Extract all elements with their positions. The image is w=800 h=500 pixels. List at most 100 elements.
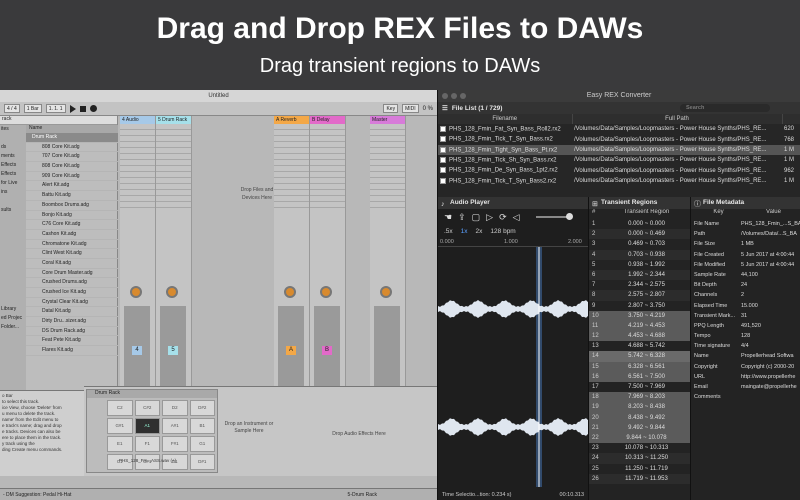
file-search-input[interactable]: Search — [680, 104, 770, 112]
browser-file-item[interactable]: Clint West Kit.adg — [26, 249, 118, 259]
waveform-view[interactable] — [438, 247, 588, 487]
browser-file-item[interactable]: Battu Kit.adg — [26, 191, 118, 201]
browser-file-item[interactable]: Crystal Clear Kit.adg — [26, 298, 118, 308]
play-icon[interactable] — [69, 104, 76, 113]
drum-pad[interactable]: F1 — [134, 436, 160, 452]
track-header[interactable]: Master — [370, 116, 405, 124]
browser-category[interactable]: Effects — [0, 170, 26, 179]
browser-file-item[interactable]: Alert Kit.adg — [26, 181, 118, 192]
browser-file-item[interactable]: C76 Core Kit.adg — [26, 220, 118, 230]
send-knob[interactable] — [380, 286, 392, 298]
transient-row[interactable]: 12 4.453 ~ 4.688 — [589, 331, 690, 342]
drum-pad[interactable]: F#1 — [162, 436, 188, 452]
browser-category[interactable]: ed Projec — [0, 314, 26, 323]
checkbox-icon[interactable] — [440, 177, 446, 184]
clip-slot[interactable] — [274, 202, 309, 208]
transient-row[interactable]: 13 4.688 ~ 5.742 — [589, 341, 690, 351]
transient-row[interactable]: 25 11.250 ~ 11.719 — [589, 464, 690, 474]
track-activator-button[interactable]: B — [322, 346, 332, 355]
transient-row[interactable]: 21 9.492 ~ 9.844 — [589, 422, 690, 433]
play-button-icon[interactable]: ▷ — [486, 212, 493, 223]
browser-category[interactable] — [0, 197, 26, 206]
transient-row[interactable]: 9 2.807 ~ 3.750 — [589, 301, 690, 311]
browser-file-item[interactable]: Feat Pete Kit.adg — [26, 336, 118, 347]
drum-pad[interactable]: G#1 — [107, 418, 133, 434]
col-size[interactable] — [782, 114, 800, 124]
drum-pad[interactable]: D#2 — [189, 400, 215, 416]
drum-pad[interactable]: A1 — [134, 418, 160, 434]
transient-row[interactable]: 19 8.203 ~ 8.438 — [589, 402, 690, 413]
checkbox-icon[interactable] — [440, 167, 446, 174]
file-name-cell[interactable]: PHS_128_Fmin_Tick_T_Syn_Bass2.rx2 — [438, 176, 572, 186]
file-name-cell[interactable]: PHS_128_Fmin_Tick_Sh_Syn_Bass.rx2 — [438, 155, 572, 165]
col-filename[interactable]: Filename — [438, 114, 573, 124]
file-row[interactable]: PHS_128_Fmin_Tick_T_Syn_Bass.rx2/Volumes… — [438, 134, 800, 144]
browser-category[interactable] — [0, 242, 26, 251]
transient-row[interactable]: 20 8.438 ~ 9.492 — [589, 412, 690, 423]
transient-row[interactable]: 5 0.938 ~ 1.992 — [589, 260, 690, 270]
file-name-cell[interactable]: PHS_128_Fmin_Tick_T_Syn_Bass.rx2 — [438, 134, 572, 144]
transient-row[interactable]: 17 7.500 ~ 7.969 — [589, 382, 690, 392]
send-knob[interactable] — [284, 286, 296, 298]
browser-category[interactable]: ites — [0, 125, 26, 134]
clip-slot[interactable] — [310, 202, 345, 208]
transient-row[interactable]: 26 11.719 ~ 11.953 — [589, 473, 690, 484]
browser-file-item[interactable]: Boombox Drums.adg — [26, 201, 118, 211]
close-icon[interactable] — [442, 93, 448, 99]
clip-slot[interactable] — [156, 202, 191, 208]
browser-file-item[interactable]: Chromatone Kit.adg — [26, 240, 118, 250]
drop-files-zone[interactable]: Drop Files and Devices Here — [240, 116, 274, 276]
track-header[interactable]: 5 Drum Rack — [156, 116, 191, 124]
transient-row[interactable]: 16 6.561 ~ 7.500 — [589, 371, 690, 382]
drum-pad[interactable]: C#2 — [134, 400, 160, 416]
checkbox-icon[interactable] — [440, 157, 446, 164]
browser-file-item[interactable]: Crushed Ice Kit.adg — [26, 288, 118, 298]
time-signature[interactable]: 4 / 4 — [4, 104, 20, 113]
browser-file-item[interactable]: Crushed Drums.adg — [26, 278, 118, 288]
transient-row[interactable]: 3 0.469 ~ 0.703 — [589, 239, 690, 249]
file-name-cell[interactable]: PHS_128_Fmin_Tight_Syn_Bass_Pt.rx2 — [438, 144, 572, 156]
browser-category[interactable]: ments — [0, 152, 26, 161]
file-row[interactable]: PHS_128_Fmin_De_Syn_Bass_1pt2.rx2/Volume… — [438, 166, 800, 176]
quantize-menu[interactable]: 1 Bar — [23, 104, 42, 113]
transient-row[interactable]: 24 10.313 ~ 11.250 — [589, 453, 690, 464]
browser-category[interactable]: Effects — [0, 161, 26, 170]
browser-folder-drum-rack[interactable]: Drum Rack — [26, 133, 118, 143]
loop-icon[interactable]: ⟳ — [499, 212, 507, 223]
clip-slot[interactable] — [370, 202, 405, 208]
drum-pad[interactable]: D2 — [162, 400, 188, 416]
transient-row[interactable]: 6 1.992 ~ 2.344 — [589, 269, 690, 281]
browser-category[interactable] — [0, 251, 26, 260]
key-button[interactable]: Key — [383, 104, 399, 113]
volume-slider[interactable] — [535, 213, 573, 220]
transient-row[interactable]: 10 3.750 ~ 4.219 — [589, 310, 690, 321]
browser-category[interactable]: Folder... — [0, 323, 26, 332]
browser-file-item[interactable]: Cashon Kit.adg — [26, 230, 118, 240]
drum-pad[interactable]: C2 — [107, 400, 133, 416]
browser-category[interactable] — [0, 224, 26, 233]
browser-search-input[interactable]: rack — [0, 116, 117, 125]
transient-row[interactable]: 8 2.575 ~ 2.807 — [589, 290, 690, 301]
browser-category[interactable]: Library — [0, 305, 26, 314]
checkbox-icon[interactable] — [440, 136, 446, 143]
browser-category[interactable] — [0, 296, 26, 305]
browser-file-item[interactable]: Bonjo Kit.adg — [26, 211, 118, 221]
browser-file-item[interactable]: Flares Kit.adg — [26, 346, 118, 356]
browser-file-item[interactable]: Datal Kit.adg — [26, 307, 118, 318]
file-row[interactable]: PHS_128_Fmin_Tick_T_Syn_Bass2.rx2/Volume… — [438, 176, 800, 186]
col-value[interactable]: Value — [746, 209, 800, 219]
track-header[interactable]: B Delay — [310, 116, 345, 124]
transient-row[interactable]: 2 0.000 ~ 0.469 — [589, 229, 690, 240]
transient-row[interactable]: 23 10.078 ~ 10.313 — [589, 443, 690, 453]
track-header[interactable]: A Reverb — [274, 116, 309, 124]
drum-pad[interactable]: G1 — [189, 436, 215, 452]
browser-file-item[interactable]: 808 Core Kit.adg — [26, 162, 118, 172]
drum-pad[interactable]: E1 — [107, 436, 133, 452]
drop-audio-effects-zone[interactable]: Drop Audio Effects Here — [289, 431, 429, 437]
browser-category[interactable]: ins — [0, 188, 26, 197]
speed-half[interactable]: .5x — [444, 228, 453, 235]
track-activator-button[interactable]: 4 — [132, 346, 142, 355]
track-activator-button[interactable]: A — [286, 346, 296, 355]
browser-file-item[interactable]: DS Drum Rack.adg — [26, 327, 118, 337]
drop-instrument-zone[interactable]: Drop an Instrument or Sample Here — [224, 421, 274, 435]
